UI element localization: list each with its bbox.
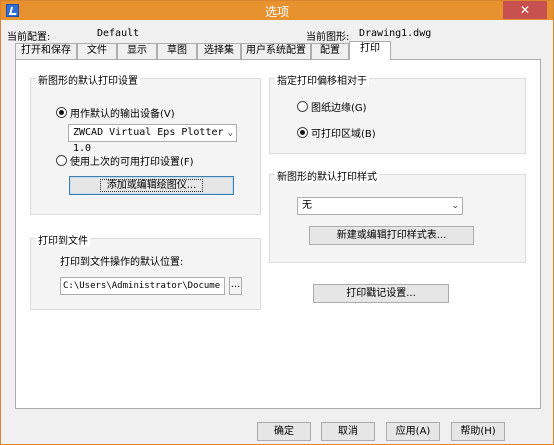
profile-value: Default <box>97 28 140 39</box>
chevron-down-icon: ⌄ <box>227 128 233 138</box>
plot-style-group <box>269 174 526 263</box>
help-button[interactable]: 帮助(H) <box>451 422 505 441</box>
default-print-settings-title: 新图形的默认打印设置 <box>36 72 140 87</box>
use-last-settings-radio[interactable]: 使用上次的可用打印设置(F) <box>56 153 194 168</box>
radio-checked-icon <box>297 127 308 138</box>
plot-style-value: 无 <box>302 200 312 211</box>
drawing-value: Drawing1.dwg <box>359 28 432 39</box>
plot-stamp-settings-button[interactable]: 打印戳记设置... <box>313 284 449 303</box>
plot-offset-title: 指定打印偏移相对于 <box>275 72 369 87</box>
edit-plot-style-table-button[interactable]: 新建或编辑打印样式表... <box>309 226 474 245</box>
tab-files[interactable]: 文件 <box>77 43 117 59</box>
title-bar: 选项 ✕ <box>1 1 553 20</box>
browse-button[interactable]: ... <box>229 277 242 295</box>
print-to-file-title: 打印到文件 <box>36 232 90 247</box>
plot-offset-group <box>269 78 526 154</box>
radio-checked-icon <box>56 107 67 118</box>
chevron-down-icon: ⌄ <box>451 201 459 211</box>
print-to-file-location-input[interactable]: C:\Users\Administrator\Docume <box>60 277 225 295</box>
use-last-settings-label: 使用上次的可用打印设置(F) <box>70 157 194 168</box>
close-button[interactable]: ✕ <box>503 1 547 19</box>
printable-area-label: 可打印区域(B) <box>311 129 376 140</box>
print-to-file-location-label: 打印到文件操作的默认位置: <box>60 257 184 268</box>
radio-unchecked-icon <box>56 155 67 166</box>
paper-edge-radio[interactable]: 图纸边缘(G) <box>297 99 367 114</box>
add-edit-plotter-button[interactable]: 添加或编辑绘图仪... <box>69 176 234 195</box>
radio-unchecked-icon <box>297 101 308 112</box>
paper-edge-label: 图纸边缘(G) <box>311 103 367 114</box>
plot-tab-panel: 新图形的默认打印设置 用作默认的输出设备(V) ZWCAD Virtual Ep… <box>15 59 541 409</box>
output-device-select[interactable]: ZWCAD Virtual Eps Plotter 1.0 ⌄ <box>68 124 237 154</box>
print-to-file-group <box>30 238 261 310</box>
tab-profiles[interactable]: 配置 <box>311 43 349 59</box>
tab-selection[interactable]: 选择集 <box>197 43 241 59</box>
plot-style-title: 新图形的默认打印样式 <box>275 168 379 183</box>
apply-button[interactable]: 应用(A) <box>386 422 440 441</box>
tab-user-preferences[interactable]: 用户系统配置 <box>241 43 311 59</box>
tab-open-save[interactable]: 打开和保存 <box>15 43 77 59</box>
use-default-device-label: 用作默认的输出设备(V) <box>70 109 175 120</box>
add-edit-plotter-label: 添加或编辑绘图仪... <box>99 179 204 192</box>
tab-display[interactable]: 显示 <box>117 43 157 59</box>
tab-drafting[interactable]: 草图 <box>157 43 197 59</box>
use-default-device-radio[interactable]: 用作默认的输出设备(V) <box>56 105 175 120</box>
plot-style-select[interactable]: 无 ⌄ <box>297 197 463 215</box>
window-title: 选项 <box>264 5 289 19</box>
cancel-button[interactable]: 取消 <box>321 422 375 441</box>
tab-plot[interactable]: 打印 <box>349 41 391 60</box>
ok-button[interactable]: 确定 <box>257 422 311 441</box>
options-dialog: 选项 ✕ 当前配置: Default 当前图形: Drawing1.dwg 打开… <box>0 0 554 445</box>
printable-area-radio[interactable]: 可打印区域(B) <box>297 125 376 140</box>
profile-label: 当前配置: <box>7 32 51 43</box>
drawing-label: 当前图形: <box>306 32 350 43</box>
